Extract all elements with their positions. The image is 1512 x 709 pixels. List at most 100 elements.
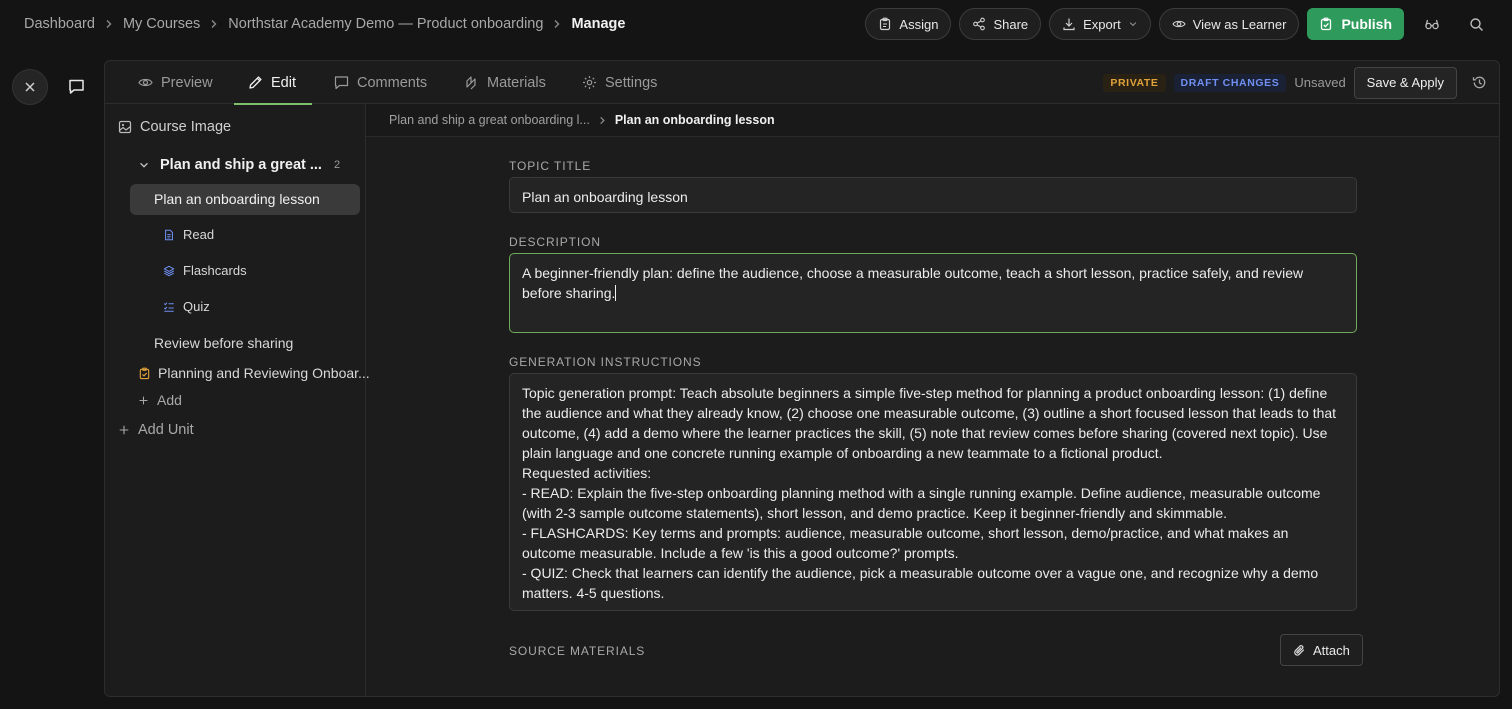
tab-bar: Preview Edit Comments Materials Settings… [105,61,1499,105]
private-badge: PRIVATE [1103,73,1166,92]
course-image-label: Course Image [140,119,232,135]
chevron-down-icon [138,159,150,171]
content-breadcrumb: Plan and ship a great onboarding l... Pl… [366,104,1499,137]
breadcrumb-current: Plan an onboarding lesson [614,113,775,127]
breadcrumb-course[interactable]: Northstar Academy Demo — Product onboard… [228,16,543,32]
text-caret [615,285,617,301]
chat-bubble-icon [68,78,85,95]
publish-label: Publish [1341,16,1392,32]
tab-edit-label: Edit [271,74,296,91]
unsaved-status: Unsaved [1294,75,1346,90]
unit-title: Plan and ship a great ... [160,157,322,173]
chat-button[interactable] [58,68,94,104]
tab-comments-label: Comments [357,74,428,91]
checklist-icon [163,301,175,313]
tab-materials-label: Materials [487,74,546,91]
save-apply-button[interactable]: Save & Apply [1353,66,1457,99]
close-icon [24,81,36,93]
clipboard-icon [138,367,151,380]
activity-read-label: Read [183,227,215,242]
top-bar: Dashboard My Courses Northstar Academy D… [0,0,1512,48]
course-outline-sidebar: Course Image Plan and ship a great ... 2… [105,104,370,696]
document-icon [163,229,175,241]
breadcrumb-my-courses[interactable]: My Courses [123,16,200,32]
tab-preview-label: Preview [161,74,213,91]
clipboard-icon [878,17,892,31]
add-unit-label: Add Unit [138,422,194,438]
topic-review-before-sharing[interactable]: Review before sharing [154,335,293,351]
breadcrumb-manage: Manage [571,16,626,32]
topic-title-value: Plan an onboarding lesson [522,189,688,205]
description-label: DESCRIPTION [509,235,601,249]
generation-instructions-label: GENERATION INSTRUCTIONS [509,355,702,369]
pencil-icon [248,75,263,90]
history-icon[interactable] [1465,67,1493,99]
course-image-item[interactable]: Course Image [118,119,231,135]
unit-item[interactable]: Plan and ship a great ... 2 [138,157,340,173]
topic-title-label: TOPIC TITLE [509,159,592,173]
close-button[interactable] [12,69,48,105]
activity-flashcards-label: Flashcards [183,263,247,278]
chevron-down-icon [1128,19,1138,29]
chevron-right-icon [598,116,607,125]
assign-button[interactable]: Assign [865,8,952,40]
topic-plan-onboarding-lesson[interactable]: Plan an onboarding lesson [154,191,320,207]
assessment-label: Planning and Reviewing Onboar... [158,365,370,381]
tab-settings[interactable]: Settings [582,61,657,104]
activity-flashcards[interactable]: Flashcards [163,263,247,278]
chevron-right-icon [104,19,114,29]
generation-instructions-value: Topic generation prompt: Teach absolute … [522,385,1337,601]
topic-label: Plan an onboarding lesson [154,191,320,207]
activity-quiz-label: Quiz [183,299,210,314]
activity-quiz[interactable]: Quiz [163,299,210,314]
description-textarea[interactable]: A beginner-friendly plan: define the aud… [509,253,1357,333]
generation-instructions-textarea[interactable]: Topic generation prompt: Teach absolute … [509,373,1357,611]
add-unit-button[interactable]: Add Unit [118,422,194,438]
editor-panel: Preview Edit Comments Materials Settings… [104,60,1500,697]
header-actions: Assign Share Export View as Learner Publ… [865,8,1492,40]
share-icon [972,17,986,31]
clipboard-check-icon [1319,17,1333,31]
assign-label: Assign [899,16,939,32]
gear-icon [582,75,597,90]
tab-preview[interactable]: Preview [138,61,213,104]
paperclip-icon [1293,644,1306,657]
comment-icon [334,75,349,90]
share-label: Share [993,16,1029,32]
tab-comments[interactable]: Comments [334,61,427,104]
add-topic-button[interactable]: Add [138,392,182,408]
view-as-learner-button[interactable]: View as Learner [1158,8,1300,40]
source-materials-label: SOURCE MATERIALS [509,644,646,658]
eye-icon [1172,17,1186,31]
topic-label: Review before sharing [154,335,294,351]
breadcrumb-dashboard[interactable]: Dashboard [24,16,95,32]
layers-icon [163,265,175,277]
activity-read[interactable]: Read [163,227,214,242]
image-icon [118,120,132,134]
add-label: Add [157,392,182,408]
publish-button[interactable]: Publish [1307,8,1404,40]
chevron-right-icon [209,19,219,29]
assessment-planning-reviewing[interactable]: Planning and Reviewing Onboar... [138,365,370,381]
eye-icon [138,75,153,90]
view-as-learner-label: View as Learner [1192,16,1287,32]
export-label: Export [1083,16,1121,32]
description-value: A beginner-friendly plan: define the aud… [522,265,1304,301]
tab-materials[interactable]: Materials [464,61,546,104]
download-icon [1062,17,1076,31]
tab-settings-label: Settings [605,74,658,91]
tab-edit[interactable]: Edit [234,61,312,105]
glasses-icon[interactable] [1416,8,1448,40]
breadcrumb-parent[interactable]: Plan and ship a great onboarding l... [389,113,590,127]
export-button[interactable]: Export [1049,8,1151,40]
attach-button[interactable]: Attach [1280,634,1363,666]
plus-icon [118,424,130,436]
attach-label: Attach [1313,642,1350,658]
unit-count: 2 [333,159,341,171]
search-icon[interactable] [1460,8,1492,40]
share-button[interactable]: Share [959,8,1042,40]
draft-changes-badge: DRAFT CHANGES [1173,73,1287,92]
status-area: PRIVATE DRAFT CHANGES Unsaved Save & App… [1103,61,1493,104]
topic-title-input[interactable]: Plan an onboarding lesson [509,177,1357,213]
breadcrumb: Dashboard My Courses Northstar Academy D… [24,0,625,48]
